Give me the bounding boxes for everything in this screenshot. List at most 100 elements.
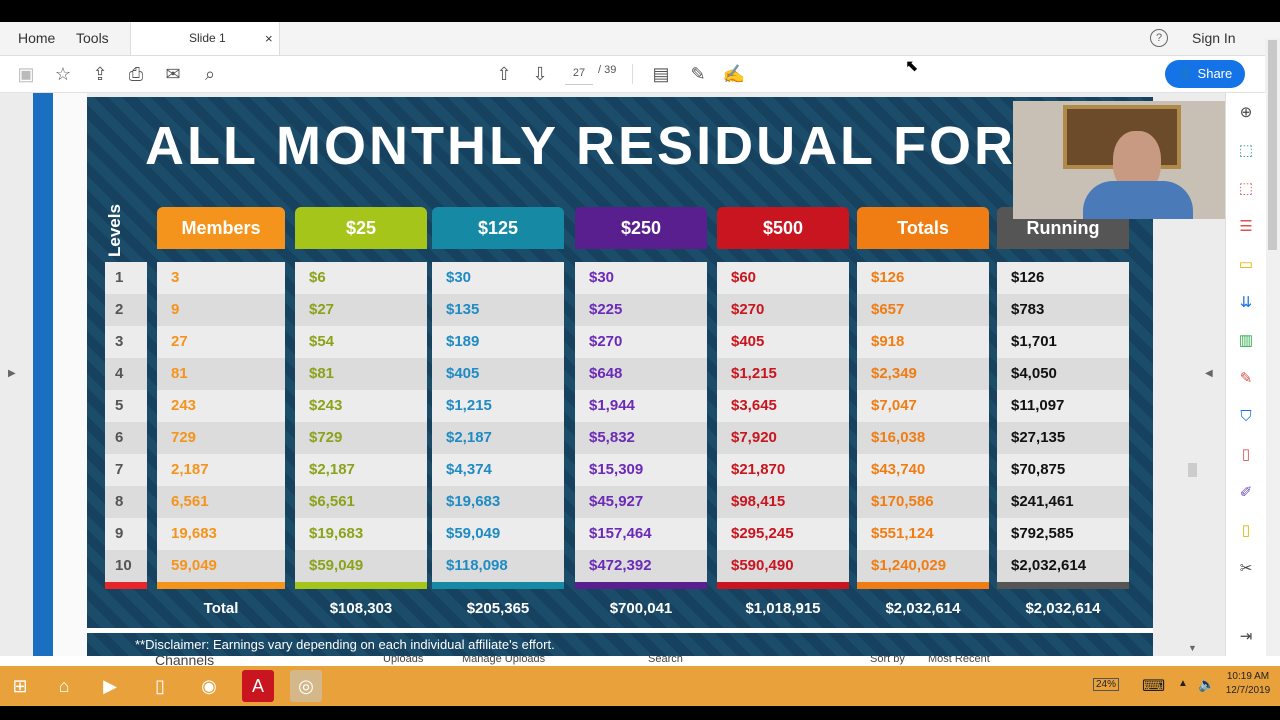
table-cell: $729 [295, 422, 427, 454]
column-total: $205,365 [466, 600, 530, 617]
table-cell: $59,049 [295, 550, 427, 582]
table-cell: 59,049 [157, 550, 285, 582]
share-button[interactable]: 👤 Share [1165, 60, 1245, 88]
collapse-pane-icon[interactable]: ⇥ [1236, 627, 1256, 647]
comment-icon[interactable]: ▤ [649, 62, 673, 86]
help-icon[interactable]: ? [1150, 29, 1168, 47]
acrobat-icon[interactable]: A [242, 670, 274, 702]
scroll-down-icon[interactable]: ▼ [1188, 643, 1197, 653]
pdf-icon[interactable]: ▯ [1236, 445, 1256, 465]
column-header: $125 [432, 207, 564, 249]
zoom-search-icon[interactable]: ⌕ [198, 62, 222, 86]
tab-document-label: Slide 1 [189, 31, 226, 45]
table-cell: $30 [589, 269, 615, 286]
slide-divider [87, 628, 1153, 633]
table-cell: $7,920 [717, 422, 849, 454]
table-cell: 2,187 [171, 461, 209, 478]
compress-icon[interactable]: ▥ [1236, 331, 1256, 351]
tab-document[interactable]: Slide 1 × [130, 22, 280, 55]
table-cell: $54 [309, 333, 335, 350]
media-icon[interactable]: ▶ [94, 670, 126, 702]
more-tools-icon[interactable]: ✂ [1236, 559, 1256, 579]
column-total: $1,018,915 [745, 600, 821, 617]
home-icon[interactable]: ⌂ [48, 670, 80, 702]
sign-in-link[interactable]: Sign In [1192, 22, 1236, 55]
table-cell: $4,050 [997, 358, 1129, 390]
table-cell: $472,392 [575, 550, 707, 582]
table-cell: $135 [432, 294, 564, 326]
comment-tool-icon[interactable]: ▭ [1236, 255, 1256, 275]
volume-icon[interactable]: 🔈 [1198, 676, 1215, 693]
upload-cloud-icon[interactable]: ⇪ [88, 62, 112, 86]
table-cell: $189 [446, 333, 480, 350]
clock[interactable]: 10:19 AM 12/7/2019 [1222, 670, 1274, 698]
scroll-thumb[interactable] [1268, 40, 1277, 250]
table-cell: $1,701 [1011, 333, 1057, 350]
column-header: Totals [857, 207, 989, 249]
fill-sign-icon[interactable]: ✎ [1236, 369, 1256, 389]
level-cell: 1 [115, 269, 124, 286]
file-icon[interactable]: ▯ [144, 670, 176, 702]
close-icon[interactable]: × [265, 22, 273, 55]
table-cell: $21,870 [731, 461, 786, 478]
page-down-icon[interactable]: ⇩ [528, 62, 552, 86]
column-color-bar [157, 582, 285, 589]
table-cell: $1,944 [589, 397, 635, 414]
edit-icon[interactable]: ✐ [1236, 483, 1256, 503]
table-cell: 6,561 [157, 486, 285, 518]
save-icon[interactable]: ▣ [14, 62, 38, 86]
protect-icon[interactable]: ⛉ [1236, 407, 1256, 427]
recorder-icon[interactable]: ◎ [290, 670, 322, 702]
tab-home[interactable]: Home [18, 22, 55, 55]
column-total: Total [203, 600, 239, 617]
start-windows-icon[interactable]: ⊞ [4, 670, 36, 702]
pen-icon[interactable]: ✎ [686, 62, 710, 86]
table-cell: $157,464 [589, 525, 652, 542]
column-body: $6 $27 $54 $81 $243 $729 $2,187 $6,561 $19,683 $5… [295, 262, 427, 582]
column-total: $108,303 [329, 600, 393, 617]
left-pane-toggle-icon[interactable]: ▶ [8, 368, 16, 379]
doc-scroll-thumb[interactable] [1188, 463, 1197, 477]
level-cell: 5 [115, 397, 124, 414]
page-number-input[interactable]: 27 [565, 62, 593, 85]
window-scrollbar[interactable] [1265, 38, 1280, 656]
column-color-bar [432, 582, 564, 589]
bg-manage-uploads: Manage Uploads [462, 656, 546, 665]
add-person-icon: 👤 [1177, 66, 1194, 81]
star-icon[interactable]: ☆ [51, 62, 75, 86]
table-cell: $5,832 [575, 422, 707, 454]
column-header: $500 [717, 207, 849, 249]
tab-tools[interactable]: Tools [76, 22, 109, 55]
table-cell: $590,490 [717, 550, 849, 582]
organize-pages-icon[interactable]: ☰ [1236, 217, 1256, 237]
sign-icon[interactable]: ✍ [722, 62, 746, 86]
table-cell: $2,032,614 [997, 550, 1129, 582]
combine-files-icon[interactable]: ⇊ [1236, 293, 1256, 313]
bg-search: Search [648, 656, 683, 665]
column-body: $30 $135 $189 $405 $1,215 $2,187 $4,374 $19,683… [432, 262, 564, 582]
export-pdf-icon[interactable]: ⬚ [1236, 141, 1256, 161]
column-body: $60 $270 $405 $1,215 $3,645 $7,920 $21,870 $98,… [717, 262, 849, 582]
chrome-icon[interactable]: ◉ [193, 670, 225, 702]
battery-indicator[interactable]: 24% [1093, 678, 1120, 691]
toolbar-divider [632, 64, 633, 84]
mail-icon[interactable]: ✉ [161, 62, 185, 86]
column-header: $250 [575, 207, 707, 249]
table-cell: $70,875 [1011, 461, 1066, 478]
table-cell: 27 [171, 333, 188, 350]
table-cell: $1,240,029 [857, 550, 989, 582]
right-pane-toggle-icon[interactable]: ◀ [1205, 368, 1213, 379]
slide-title: ALL MONTHLY RESIDUAL FOR L [145, 116, 1071, 176]
tray-arrow-icon[interactable]: ▲ [1178, 678, 1188, 689]
table-cell: $15,309 [589, 461, 644, 478]
print-icon[interactable]: ⎙ [124, 62, 148, 86]
zoom-in-icon[interactable]: ⊕ [1236, 103, 1256, 123]
column-body: $126 $657 $918 $2,349 $7,047 $16,038 $43,740 $1… [857, 262, 989, 582]
keyboard-icon[interactable]: ⌨ [1142, 676, 1165, 696]
create-pdf-icon[interactable]: ⬚ [1236, 179, 1256, 199]
table-cell: $7,047 [871, 397, 917, 414]
share-label: Share [1197, 66, 1233, 81]
send-icon[interactable]: ▯ [1236, 521, 1256, 541]
table-cell: $270 [717, 294, 849, 326]
page-up-icon[interactable]: ⇧ [492, 62, 516, 86]
